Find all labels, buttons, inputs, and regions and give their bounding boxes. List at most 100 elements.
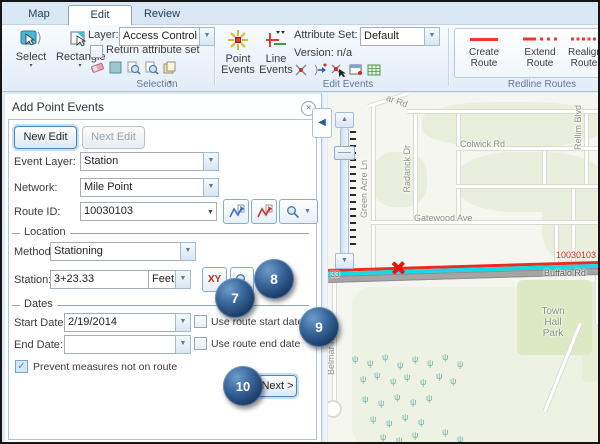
end-date-input[interactable] bbox=[64, 335, 181, 354]
marsh-symbol: ψ bbox=[367, 358, 373, 368]
layers-icon bbox=[162, 60, 178, 75]
chevron-down-icon: ▾ bbox=[8, 63, 54, 69]
app-window: Map Edit Review Select ▾ Rectangle ▾ Lay… bbox=[0, 0, 600, 444]
next-button[interactable]: Next > bbox=[258, 375, 297, 397]
clear-selection-button[interactable] bbox=[90, 60, 106, 80]
marsh-symbol: ψ bbox=[412, 354, 418, 364]
point-events-icon bbox=[227, 29, 249, 51]
return-attribute-set-label: Return attribute set bbox=[106, 44, 200, 56]
group-separator bbox=[448, 28, 449, 86]
tab-edit[interactable]: Edit bbox=[68, 5, 132, 25]
next-edit-button[interactable]: Next Edit bbox=[82, 126, 145, 149]
use-route-start-date-checkbox[interactable] bbox=[194, 315, 207, 328]
pan-to-selection-button[interactable] bbox=[144, 60, 160, 80]
station-input[interactable]: 3+23.33 bbox=[50, 270, 154, 289]
marsh-symbol: ψ bbox=[374, 370, 380, 380]
attributes-window-icon bbox=[348, 62, 364, 77]
slider-tick bbox=[350, 208, 356, 210]
road-gatewood-ave bbox=[371, 220, 599, 225]
slider-tick bbox=[350, 187, 356, 189]
zoom-in-button[interactable]: ▲ bbox=[335, 112, 354, 128]
marsh-symbol: ψ bbox=[436, 371, 442, 381]
slider-tick bbox=[350, 215, 356, 217]
marsh-symbol: ψ bbox=[390, 376, 396, 386]
realign-route-button[interactable]: Realign Route bbox=[568, 32, 600, 69]
callout-10: 10 bbox=[223, 366, 263, 406]
chevron-down-icon: ▼ bbox=[180, 275, 187, 282]
park-area bbox=[372, 152, 427, 207]
tab-map[interactable]: Map bbox=[16, 5, 62, 24]
extend-route-button[interactable]: Extend Route bbox=[514, 32, 566, 69]
road bbox=[456, 184, 599, 189]
select-route-on-map-button[interactable] bbox=[223, 199, 249, 224]
use-route-end-date-label: Use route end date bbox=[211, 338, 300, 350]
road-radarick-dr bbox=[413, 110, 418, 222]
select-tool-icon bbox=[19, 29, 43, 49]
marsh-symbol: ψ bbox=[352, 354, 358, 364]
event-layer-dropdown-arrow[interactable]: ▼ bbox=[203, 152, 219, 171]
start-date-label: Start Date: bbox=[14, 317, 67, 329]
attribute-set-dropdown[interactable]: Default bbox=[360, 27, 430, 46]
method-label: Method: bbox=[14, 246, 54, 258]
select-button[interactable]: Select ▾ bbox=[8, 29, 54, 69]
dates-section-label: Dates bbox=[20, 298, 57, 310]
marsh-symbol: ψ bbox=[396, 435, 402, 443]
zoom-to-route-button[interactable]: ▼ bbox=[279, 199, 318, 224]
marsh-symbol: ψ bbox=[442, 352, 448, 362]
start-date-dropdown-arrow[interactable]: ▼ bbox=[175, 313, 191, 332]
return-attribute-set-checkbox[interactable] bbox=[90, 45, 103, 58]
station-partial-label: '33 bbox=[329, 270, 339, 279]
point-events-button[interactable]: Point Events bbox=[220, 29, 256, 76]
marsh-symbol: ψ bbox=[450, 376, 456, 386]
realign-route-label: Realign Route bbox=[568, 47, 600, 69]
check-icon: ✓ bbox=[17, 361, 25, 372]
layer-dropdown-arrow[interactable]: ▼ bbox=[199, 27, 215, 46]
select-route-icon bbox=[228, 204, 245, 220]
method-dropdown[interactable]: Stationing bbox=[50, 242, 186, 261]
attribute-set-label: Attribute Set: bbox=[294, 29, 358, 41]
select-rectangle-button[interactable] bbox=[108, 60, 124, 80]
magnifier-page-icon bbox=[144, 60, 160, 75]
zoom-out-button[interactable]: ▼ bbox=[335, 253, 354, 269]
marsh-symbol: ψ bbox=[402, 412, 408, 422]
slider-tick bbox=[350, 243, 356, 245]
map-canvas[interactable]: 10030103 Buffalo Rd '33 ar Rd Colwick Rd… bbox=[328, 93, 599, 443]
create-route-button[interactable]: Create Route bbox=[458, 32, 510, 69]
marsh-symbol: ψ bbox=[362, 394, 368, 404]
merge-events-icon bbox=[312, 62, 328, 77]
collapse-panel-button[interactable]: ◀ bbox=[312, 108, 332, 138]
zoom-slider-thumb[interactable] bbox=[334, 146, 355, 160]
event-layer-dropdown[interactable]: Station bbox=[80, 152, 209, 171]
prevent-measures-checkbox[interactable]: ✓ bbox=[15, 360, 28, 373]
down-arrow-icon: ▼ bbox=[341, 257, 348, 264]
end-date-label: End Date: bbox=[14, 339, 63, 351]
cul-de-sac bbox=[328, 400, 342, 418]
route-id-combo[interactable]: 10030103 bbox=[80, 202, 213, 221]
network-dropdown[interactable]: Mile Point bbox=[80, 178, 209, 197]
location-section-label: Location bbox=[20, 226, 70, 238]
clear-route-button[interactable] bbox=[251, 199, 277, 224]
network-dropdown-arrow[interactable]: ▼ bbox=[203, 178, 219, 197]
route-id-combo-arrow[interactable]: ▼ bbox=[205, 202, 217, 221]
use-route-end-date-checkbox[interactable] bbox=[194, 337, 207, 350]
zoom-to-selection-button[interactable] bbox=[126, 60, 142, 80]
marsh-symbol: ψ bbox=[370, 414, 376, 424]
marsh-symbol: ψ bbox=[418, 417, 424, 427]
start-date-input[interactable]: 2/19/2014 bbox=[64, 313, 181, 332]
marsh-symbol: ψ bbox=[360, 374, 366, 384]
station-unit-dropdown-arrow[interactable]: ▼ bbox=[175, 270, 191, 289]
tab-review[interactable]: Review bbox=[138, 5, 186, 24]
end-date-dropdown-arrow[interactable]: ▼ bbox=[175, 335, 191, 354]
line-events-button[interactable]: Line Events bbox=[258, 29, 294, 76]
attribute-set-dropdown-arrow[interactable]: ▼ bbox=[424, 27, 440, 46]
slider-tick bbox=[350, 166, 356, 168]
chevron-down-icon: ▼ bbox=[304, 208, 311, 215]
route-number-label: 10030103 bbox=[556, 250, 596, 260]
method-dropdown-arrow[interactable]: ▼ bbox=[180, 242, 196, 261]
marsh-symbol: ψ bbox=[442, 427, 448, 437]
new-edit-button[interactable]: New Edit bbox=[14, 126, 77, 149]
town-hall-park-label: Town Hall Park bbox=[533, 306, 573, 339]
route-id-label: Route ID: bbox=[14, 206, 60, 218]
slider-tick bbox=[350, 194, 356, 196]
marsh-symbol: ψ bbox=[410, 397, 416, 407]
